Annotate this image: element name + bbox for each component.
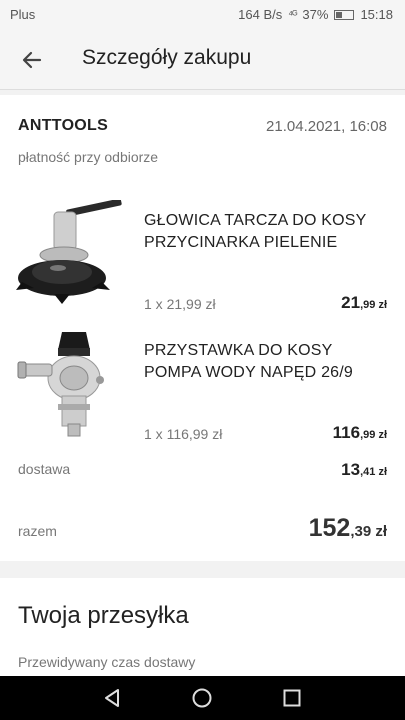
- product-price: 21,99 zł: [341, 293, 387, 313]
- product-name[interactable]: GŁOWICA TARCZA DO KOSY PRZYCINARKA PIELE…: [144, 210, 389, 254]
- signal-icon: ⁴ᴳ: [288, 8, 297, 21]
- battery-icon: [334, 9, 355, 20]
- price-decimal: ,99 zł: [360, 299, 387, 311]
- order-card: ANTTOOLS 21.04.2021, 16:08 płatność przy…: [0, 95, 405, 561]
- battery-percent: 37%: [302, 7, 329, 22]
- product-name[interactable]: PRZYSTAWKA DO KOSY POMPA WODY NAPĘD 26/9: [144, 340, 389, 384]
- price-decimal: ,39 zł: [350, 523, 387, 540]
- shipment-section: Twoja przesyłka Przewidywany czas dostaw…: [0, 578, 405, 678]
- product-price: 116,99 zł: [333, 423, 387, 443]
- page-title: Szczegóły zakupu: [82, 46, 252, 69]
- clock: 15:18: [360, 7, 393, 22]
- seller-name[interactable]: ANTTOOLS: [18, 117, 108, 135]
- price-integer: 152: [308, 514, 351, 542]
- back-button[interactable]: [18, 46, 46, 74]
- arrow-left-icon: [22, 51, 42, 69]
- status-indicators: 164 B/s ⁴ᴳ 37% 15:18: [238, 7, 393, 22]
- order-item[interactable]: PRZYSTAWKA DO KOSY POMPA WODY NAPĘD 26/9…: [0, 330, 405, 450]
- delivery-price: 13,41 zł: [341, 460, 387, 480]
- price-decimal: ,41 zł: [360, 466, 387, 478]
- product-thumbnail-water-pump: [17, 332, 104, 437]
- nav-back-icon[interactable]: [100, 686, 124, 710]
- total-price: 152,39 zł: [309, 514, 387, 543]
- product-quantity: 1 x 116,99 zł: [144, 426, 223, 442]
- network-speed: 164 B/s: [238, 7, 283, 22]
- system-nav-bar: [0, 676, 405, 720]
- nav-home-icon[interactable]: [190, 686, 214, 710]
- total-label: razem: [18, 523, 57, 539]
- app-bar: Szczegóły zakupu: [0, 28, 405, 90]
- price-decimal: ,99 zł: [360, 429, 387, 441]
- price-integer: 116: [332, 423, 361, 442]
- status-bar: Plus 164 B/s ⁴ᴳ 37% 15:18: [0, 0, 405, 28]
- nav-recents-icon[interactable]: [280, 686, 304, 710]
- carrier-name: Plus: [10, 7, 36, 22]
- order-item[interactable]: GŁOWICA TARCZA DO KOSY PRZYCINARKA PIELE…: [0, 200, 405, 320]
- price-integer: 21: [341, 293, 361, 312]
- order-date: 21.04.2021, 16:08: [266, 118, 387, 135]
- product-thumbnail-trimmer-head: [16, 200, 122, 304]
- product-quantity: 1 x 21,99 zł: [144, 296, 216, 312]
- price-integer: 13: [341, 460, 361, 479]
- shipment-heading: Twoja przesyłka: [18, 602, 189, 629]
- delivery-time-label: Przewidywany czas dostawy: [18, 654, 196, 670]
- payment-method: płatność przy odbiorze: [18, 149, 159, 165]
- delivery-label: dostawa: [18, 461, 71, 477]
